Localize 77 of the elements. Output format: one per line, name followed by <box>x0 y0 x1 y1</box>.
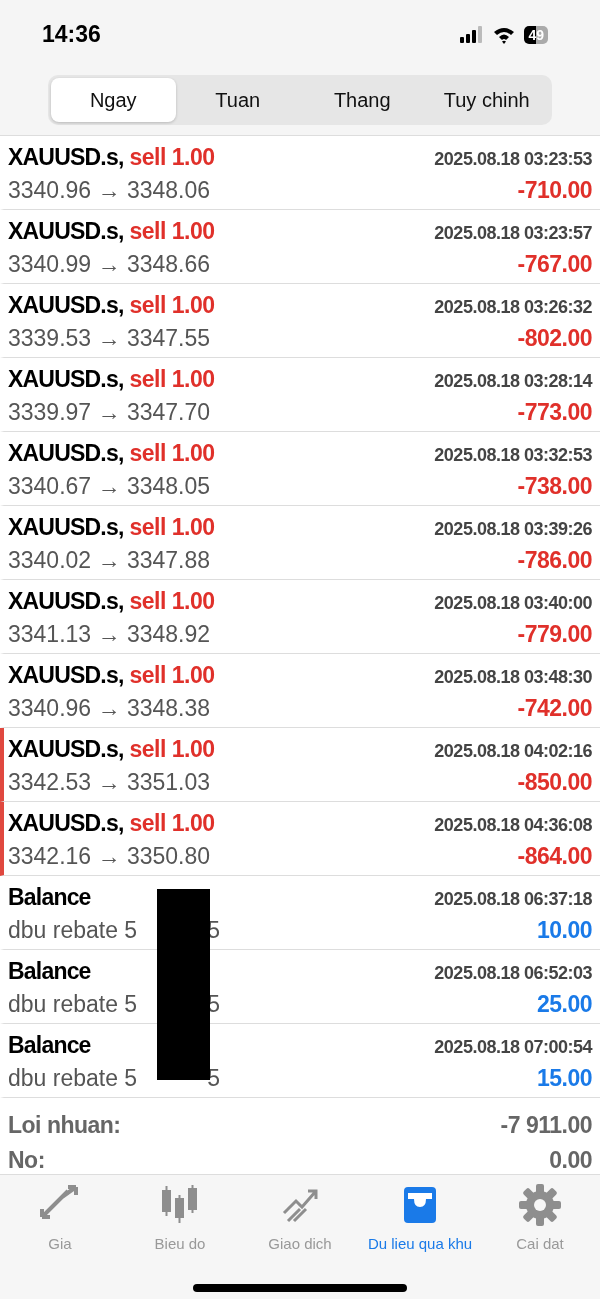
deal-side: sell 1.00 <box>129 439 215 466</box>
deal-symbol: XAUUSD.s, <box>8 809 124 836</box>
deal-symbol: XAUUSD.s, <box>8 513 124 540</box>
deal-side: sell 1.00 <box>129 513 215 540</box>
deal-prices: 3339.53 → 3347.55 <box>8 324 211 352</box>
deal-profit: -786.00 <box>517 546 592 574</box>
deal-prices: 3340.67 → 3348.05 <box>8 472 211 500</box>
nav-tab[interactable]: Du lieu qua khu <box>360 1183 480 1252</box>
deal-time: 2025.08.18 03:28:14 <box>434 370 592 392</box>
deal-profit: -742.00 <box>517 694 592 722</box>
deal-symbol: XAUUSD.s, <box>8 143 124 170</box>
deal-prices: 3342.53 → 3351.03 <box>8 768 211 796</box>
summary-value: -7 911.00 <box>500 1112 592 1139</box>
deal-time: 2025.08.18 03:23:57 <box>434 222 592 244</box>
deal-time: 2025.08.18 03:48:30 <box>434 666 592 688</box>
deal-prices: 3340.96 → 3348.38 <box>8 694 211 722</box>
deal-side: sell 1.00 <box>129 809 215 836</box>
wifi-icon <box>492 25 517 44</box>
deal-comment: dbu rebate 5 <box>8 916 138 943</box>
deal-time: 2025.08.18 06:37:18 <box>434 888 592 910</box>
summary-label: No: <box>8 1147 45 1174</box>
deal-symbol: XAUUSD.s, <box>8 217 124 244</box>
deal-side: sell 1.00 <box>129 365 215 392</box>
deal-symbol: XAUUSD.s, <box>8 439 124 466</box>
deal-time: 2025.08.18 03:26:32 <box>434 296 592 318</box>
period-tab[interactable]: Tuan <box>175 78 300 122</box>
summary-value: 0.00 <box>549 1147 592 1174</box>
deal-profit: -864.00 <box>517 842 592 870</box>
deal-side: sell 1.00 <box>129 291 215 318</box>
deal-prices: 3341.13 → 3348.92 <box>8 620 211 648</box>
deal-prices: 3340.02 → 3347.88 <box>8 546 211 574</box>
deal-profit: -802.00 <box>517 324 592 352</box>
deal-symbol: XAUUSD.s, <box>8 587 124 614</box>
deal-side: sell 1.00 <box>129 587 215 614</box>
deal-time: 2025.08.18 04:36:08 <box>434 814 592 836</box>
deal-prices: 3342.16 → 3350.80 <box>8 842 211 870</box>
period-tab[interactable]: Ngay <box>51 78 176 122</box>
deal-side: sell 1.00 <box>129 143 215 170</box>
battery-level: 49 <box>524 25 548 44</box>
deal-profit: -850.00 <box>517 768 592 796</box>
deal-time: 2025.08.18 04:02:16 <box>434 740 592 762</box>
deal-time: 2025.08.18 03:32:53 <box>434 444 592 466</box>
deal-symbol: XAUUSD.s, <box>8 735 124 762</box>
deal-time: 2025.08.18 03:40:00 <box>434 592 592 614</box>
deal-time: 2025.08.18 06:52:03 <box>434 962 592 984</box>
settings-icon <box>518 1183 562 1227</box>
deal-prices: 3340.96 → 3348.06 <box>8 176 211 204</box>
deal-time: 2025.08.18 03:23:53 <box>434 148 592 170</box>
deal-time: 2025.08.18 07:00:54 <box>434 1036 592 1058</box>
deal-row[interactable]: XAUUSD.s, sell 1.00 2025.08.18 04:36:08 3342.16 → 3350.80 -864.00 <box>0 802 600 876</box>
deal-symbol: XAUUSD.s, <box>8 365 124 392</box>
deal-side: sell 1.00 <box>129 735 215 762</box>
deal-profit: 15.00 <box>536 1064 592 1092</box>
deal-symbol: Balance <box>8 1031 91 1058</box>
deal-comment: dbu rebate 5 <box>8 1064 138 1091</box>
deal-time: 2025.08.18 03:39:26 <box>434 518 592 540</box>
deal-side: sell 1.00 <box>129 661 215 688</box>
deal-profit: 25.00 <box>536 990 592 1018</box>
deal-symbol: Balance <box>8 883 91 910</box>
deal-profit: 10.00 <box>536 916 592 944</box>
signal-icon <box>460 25 485 44</box>
deal-profit: -767.00 <box>517 250 592 278</box>
deal-profit: -738.00 <box>517 472 592 500</box>
deal-comment: dbu rebate 5 <box>8 990 138 1017</box>
deal-side: sell 1.00 <box>129 217 215 244</box>
deal-profit: -710.00 <box>517 176 592 204</box>
summary-label: Loi nhuan: <box>8 1112 121 1139</box>
period-tab[interactable]: Thang <box>300 78 425 122</box>
deal-symbol: XAUUSD.s, <box>8 291 124 318</box>
deal-prices: 3340.99 → 3348.66 <box>8 250 211 278</box>
deal-symbol: XAUUSD.s, <box>8 661 124 688</box>
period-tab[interactable]: Tuy chinh <box>424 78 549 122</box>
deal-symbol: Balance <box>8 957 91 984</box>
deal-profit: -779.00 <box>517 620 592 648</box>
deal-profit: -773.00 <box>517 398 592 426</box>
status-time: 14:36 <box>42 21 101 48</box>
deal-prices: 3339.97 → 3347.70 <box>8 398 211 426</box>
